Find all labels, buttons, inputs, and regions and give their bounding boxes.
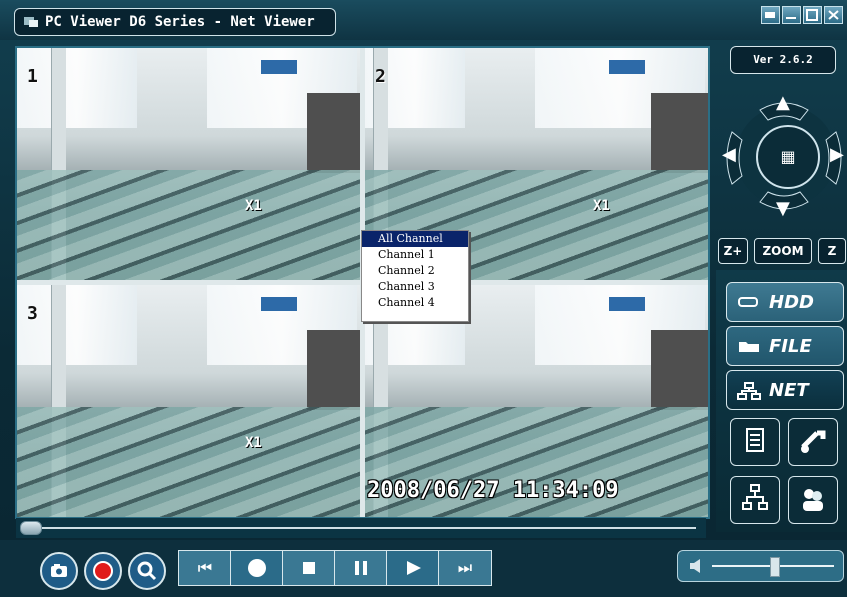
minimize-icon[interactable]: [782, 6, 801, 24]
search-icon: [137, 561, 157, 581]
video-timestamp: 2008/06/27 11:34:09: [367, 478, 619, 503]
wall-sign: [261, 297, 297, 311]
cabinet: [651, 93, 708, 173]
app-title-pill: PC Viewer D6 Series - Net Viewer: [14, 8, 336, 36]
volume-knob[interactable]: [770, 557, 780, 577]
record-button[interactable]: [84, 552, 122, 590]
cabinet: [307, 93, 360, 173]
speed-indicator: X1: [245, 198, 262, 214]
menu-item-channel-2[interactable]: Channel 2: [362, 263, 468, 279]
zoom-label-button[interactable]: ZOOM: [754, 238, 812, 264]
window-light: [17, 285, 137, 365]
close-icon[interactable]: [824, 6, 843, 24]
zoom-out-button[interactable]: Z: [818, 238, 846, 264]
wall-sign: [609, 60, 645, 74]
playback-seek-bar[interactable]: [16, 518, 706, 538]
bottom-toolbar: ⏮ ⏭: [0, 540, 847, 592]
zoom-controls: Z+ ZOOM Z: [716, 236, 847, 264]
camera-icon: [51, 564, 67, 577]
window-light: [17, 48, 137, 128]
title-bar: PC Viewer D6 Series - Net Viewer: [0, 0, 847, 40]
office-desks: [17, 407, 360, 517]
tray-icon[interactable]: [761, 6, 780, 24]
camera-label: 2: [375, 66, 386, 87]
settings-button[interactable]: [788, 418, 838, 466]
net-label: NET: [769, 379, 809, 401]
camera-tile[interactable]: 1 X1: [17, 48, 360, 280]
camera-label: 3: [27, 303, 38, 324]
hdd-label: HDD: [769, 291, 814, 313]
hdd-icon: [737, 294, 761, 310]
version-label: Ver 2.6.2: [730, 46, 836, 74]
ptz-control: ▦ ▲ ▼ ◀ ▶: [720, 92, 847, 224]
seek-thumb[interactable]: [20, 521, 42, 535]
zoom-in-button[interactable]: Z+: [718, 238, 748, 264]
channel-context-menu: All Channel Channel 1 Channel 2 Channel …: [361, 230, 469, 322]
users-icon: [803, 489, 823, 511]
window-title: PC Viewer D6 Series - Net Viewer: [45, 14, 315, 30]
search-button[interactable]: [128, 552, 166, 590]
network-icon: [737, 382, 761, 400]
ptz-center-button[interactable]: ▦: [756, 125, 820, 189]
speaker-icon: [690, 559, 700, 573]
document-icon: [746, 428, 764, 452]
side-panel: HDD FILE NET: [716, 270, 847, 532]
stop-icon: [303, 562, 315, 574]
play-forward-icon: [407, 561, 421, 575]
menu-item-channel-3[interactable]: Channel 3: [362, 279, 468, 295]
menu-item-channel-1[interactable]: Channel 1: [362, 247, 468, 263]
file-label: FILE: [769, 335, 812, 357]
seek-track: [36, 527, 696, 529]
play-icon: [248, 559, 266, 577]
network-setup-button[interactable]: [730, 476, 780, 524]
file-button[interactable]: FILE: [726, 326, 844, 366]
volume-control[interactable]: [677, 550, 844, 582]
skip-forward-icon: ⏭: [457, 558, 473, 577]
net-button[interactable]: NET: [726, 370, 844, 410]
wall-sign: [609, 297, 645, 311]
maximize-icon[interactable]: [803, 6, 822, 24]
users-button[interactable]: [788, 476, 838, 524]
forward-button[interactable]: [386, 550, 440, 586]
ptz-left-icon[interactable]: ◀: [722, 144, 736, 165]
wall-sign: [261, 60, 297, 74]
pause-button[interactable]: [334, 550, 388, 586]
ptz-down-icon[interactable]: ▼: [776, 198, 790, 219]
cabinet: [651, 330, 708, 410]
cabinet: [307, 330, 360, 410]
camera-tile[interactable]: 3 X1: [17, 285, 360, 517]
camera-label: 1: [27, 66, 38, 87]
net-viewer-app: PC Viewer D6 Series - Net Viewer 1 X1 2 …: [0, 0, 847, 592]
office-desks: [17, 170, 360, 280]
wrench-icon: [801, 430, 826, 453]
app-icon: [23, 15, 39, 29]
skip-forward-button[interactable]: ⏭: [438, 550, 492, 586]
pause-icon: [355, 561, 367, 575]
snapshot-button[interactable]: [40, 552, 78, 590]
speed-indicator: X1: [245, 435, 262, 451]
ptz-right-icon[interactable]: ▶: [830, 144, 844, 165]
menu-item-all-channel[interactable]: All Channel: [362, 231, 468, 247]
skip-back-button[interactable]: ⏮: [178, 550, 232, 586]
record-icon: [93, 561, 113, 581]
menu-item-channel-4[interactable]: Channel 4: [362, 295, 468, 311]
skip-back-icon: ⏮: [197, 558, 213, 577]
folder-icon: [737, 338, 761, 354]
log-button[interactable]: [730, 418, 780, 466]
network-icon: [742, 484, 768, 510]
ptz-up-icon[interactable]: ▲: [776, 92, 790, 113]
playback-controls: ⏮ ⏭: [178, 550, 494, 586]
window-controls: [761, 6, 843, 24]
play-button[interactable]: [230, 550, 284, 586]
hdd-button[interactable]: HDD: [726, 282, 844, 322]
stop-button[interactable]: [282, 550, 336, 586]
speed-indicator: X1: [593, 198, 610, 214]
